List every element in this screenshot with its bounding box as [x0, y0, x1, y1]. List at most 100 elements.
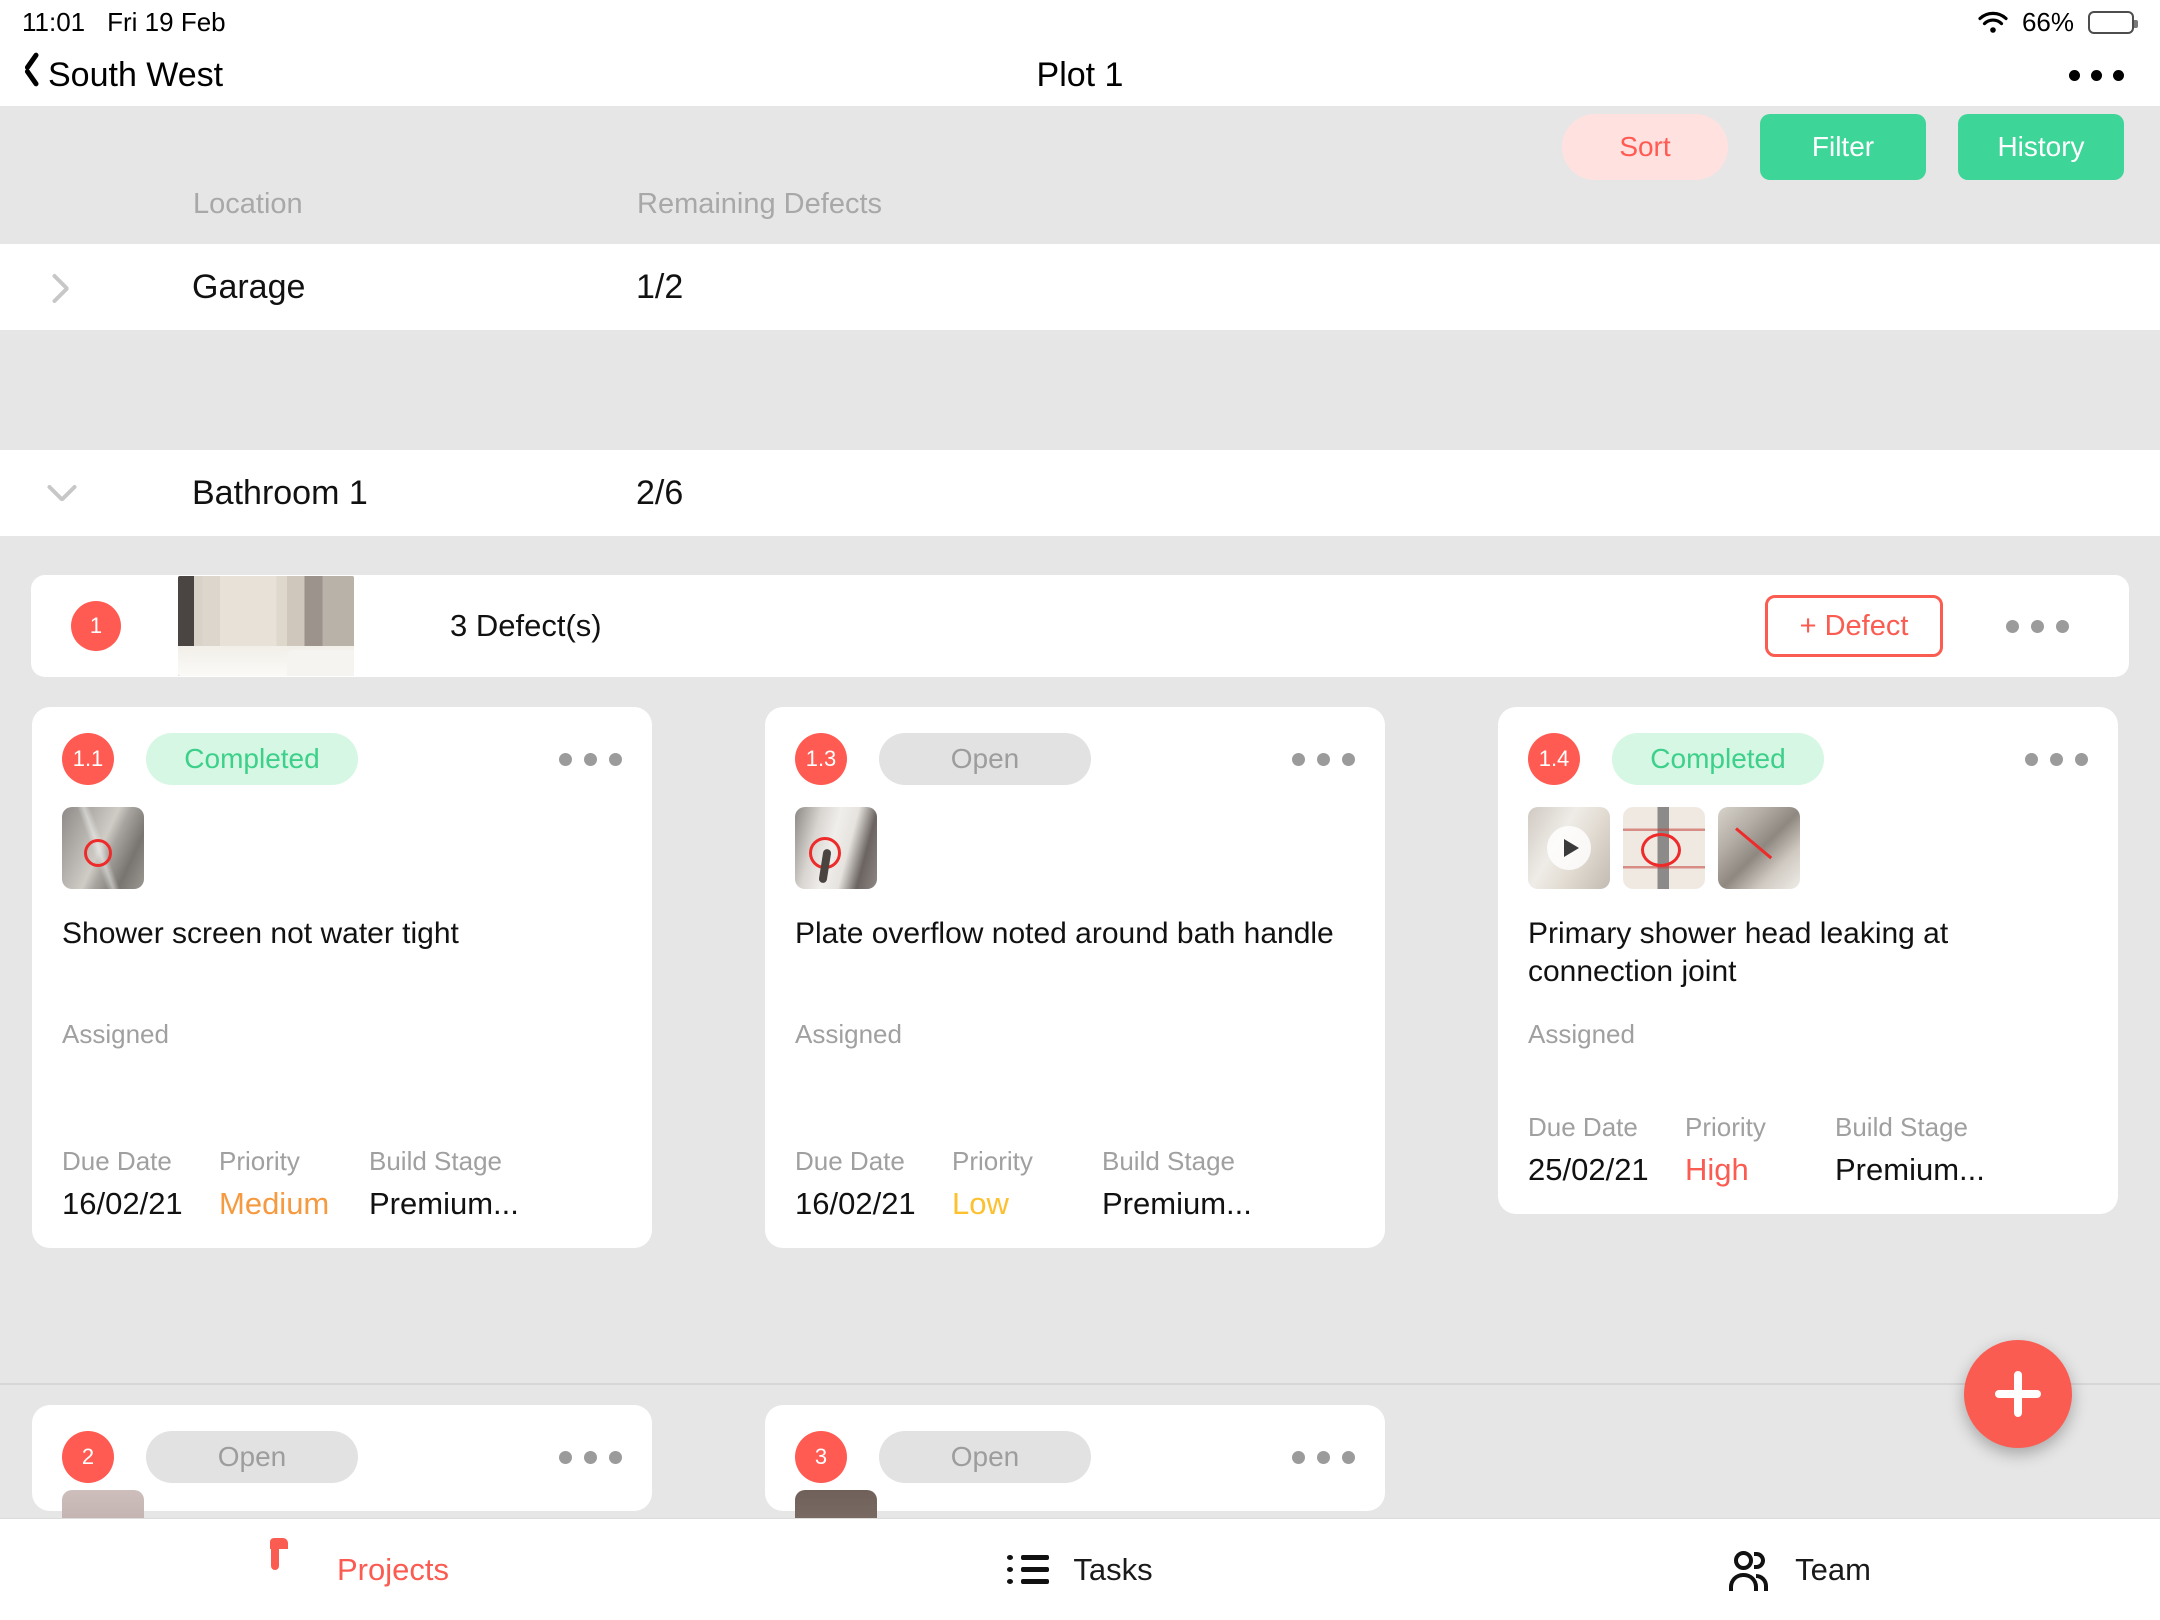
priority-label: Priority	[219, 1146, 300, 1176]
battery-icon	[2088, 10, 2138, 34]
location-row-garage[interactable]: Garage 1/2	[0, 244, 2160, 330]
due-date-value: 25/02/21	[1528, 1152, 1649, 1187]
location-remaining-count: 2/6	[636, 473, 684, 512]
due-date-field: Due Date 25/02/21	[1528, 1112, 1685, 1188]
column-header-location: Location	[193, 188, 303, 220]
build-stage-value: Premium...	[1102, 1186, 1252, 1221]
build-stage-field: Build Stage Premium...	[1835, 1112, 1985, 1188]
defect-photo-thumbnail[interactable]	[795, 807, 877, 889]
status-bar-left: 11:01 Fri 19 Feb	[22, 7, 226, 38]
people-icon	[1729, 1549, 1773, 1591]
tab-projects[interactable]: Projects	[0, 1519, 720, 1620]
defect-card[interactable]: 1.1 Completed Shower screen not water ti…	[32, 707, 652, 1248]
build-stage-value: Premium...	[1835, 1152, 1985, 1187]
tab-team[interactable]: Team	[1440, 1519, 2160, 1620]
defect-more-options-icon[interactable]	[2025, 752, 2088, 766]
bottom-tab-bar: Projects Tasks Team	[0, 1518, 2160, 1620]
due-date-value: 16/02/21	[795, 1186, 916, 1221]
due-date-field: Due Date 16/02/21	[795, 1146, 952, 1222]
status-badge[interactable]: Completed	[146, 733, 358, 785]
add-defect-button[interactable]: + Defect	[1765, 595, 1943, 657]
priority-label: Priority	[952, 1146, 1033, 1176]
status-badge[interactable]: Completed	[1612, 733, 1824, 785]
defect-number-badge: 3	[795, 1431, 847, 1483]
group-more-options-icon[interactable]	[2006, 619, 2069, 633]
defect-more-options-icon[interactable]	[559, 1450, 622, 1464]
battery-percent: 66%	[2021, 6, 2074, 37]
priority-value: High	[1685, 1152, 1749, 1187]
defect-title: Primary shower head leaking at connectio…	[1528, 917, 1949, 988]
status-bar: 11:01 Fri 19 Feb 66%	[0, 0, 2160, 44]
defect-card-header: 1.1 Completed	[62, 733, 622, 785]
build-stage-label: Build Stage	[1102, 1146, 1235, 1176]
defect-card[interactable]: 1.4 Completed Primary shower head leakin…	[1498, 707, 2118, 1214]
defect-number-badge: 1.4	[1528, 733, 1580, 785]
due-date-label: Due Date	[795, 1146, 905, 1176]
filter-button[interactable]: Filter	[1760, 114, 1926, 180]
defect-meta-row: Due Date 16/02/21 Priority Medium Build …	[62, 1146, 622, 1248]
priority-value: Medium	[219, 1186, 330, 1221]
defect-number-badge: 1.3	[795, 733, 847, 785]
status-time: 11:01	[22, 6, 86, 37]
defect-video-thumbnail[interactable]	[1528, 807, 1610, 889]
defect-card-header: 1.4 Completed	[1528, 733, 2088, 785]
page-title: Plot 1	[1036, 55, 1124, 94]
priority-field: Priority High	[1685, 1112, 1835, 1188]
defect-card[interactable]: 1.3 Open Plate overflow noted around bat…	[765, 707, 1385, 1248]
app-screen: 11:01 Fri 19 Feb 66% South West Plot 1 S…	[0, 0, 2160, 1620]
assigned-label: Assigned	[1528, 1019, 1635, 1049]
defect-card-partial[interactable]: 3 Open	[765, 1405, 1385, 1511]
priority-label: Priority	[1685, 1112, 1766, 1142]
defect-group-row[interactable]: 1 3 Defect(s) + Defect	[31, 575, 2129, 677]
tab-tasks[interactable]: Tasks	[720, 1519, 1440, 1620]
status-date: Fri 19 Feb	[107, 6, 226, 37]
due-date-value: 16/02/21	[62, 1186, 183, 1221]
defect-photo-thumbnail[interactable]	[1718, 807, 1800, 889]
action-toolbar: Sort Filter History	[0, 106, 2160, 188]
group-number-badge: 1	[71, 601, 121, 651]
defect-meta-row: Due Date 16/02/21 Priority Low Build Sta…	[795, 1146, 1355, 1248]
priority-field: Priority Low	[952, 1146, 1102, 1222]
build-stage-field: Build Stage Premium...	[1102, 1146, 1252, 1222]
tab-label: Projects	[337, 1551, 449, 1587]
location-row-bathroom-1[interactable]: Bathroom 1 2/6	[0, 450, 2160, 536]
defect-meta-row: Due Date 25/02/21 Priority High Build St…	[1528, 1112, 2088, 1214]
more-options-icon[interactable]	[2069, 69, 2124, 81]
group-thumbnail[interactable]	[178, 576, 354, 676]
list-icon	[1007, 1549, 1051, 1591]
sort-button[interactable]: Sort	[1562, 114, 1728, 180]
tab-label: Team	[1795, 1551, 1871, 1587]
history-button[interactable]: History	[1958, 114, 2124, 180]
defect-card-header: 2 Open	[62, 1431, 622, 1483]
build-stage-label: Build Stage	[1835, 1112, 1968, 1142]
defect-more-options-icon[interactable]	[1292, 1450, 1355, 1464]
row-divider	[0, 430, 2160, 450]
defect-more-options-icon[interactable]	[1292, 752, 1355, 766]
defect-title: Plate overflow noted around bath handle	[795, 917, 1334, 950]
defect-photo-thumbnail[interactable]	[1623, 807, 1705, 889]
status-badge[interactable]: Open	[146, 1431, 358, 1483]
build-stage-value: Premium...	[369, 1186, 519, 1221]
assigned-label: Assigned	[62, 1019, 169, 1049]
defect-more-options-icon[interactable]	[559, 752, 622, 766]
defect-number-badge: 2	[62, 1431, 114, 1483]
play-icon	[1547, 826, 1591, 870]
defect-card-partial[interactable]: 2 Open	[32, 1405, 652, 1511]
status-bar-right: 66%	[1978, 6, 2138, 38]
defect-thumbnails	[795, 807, 1355, 889]
defect-card-header: 3 Open	[795, 1431, 1355, 1483]
wifi-icon	[1978, 11, 2008, 33]
due-date-label: Due Date	[62, 1146, 172, 1176]
tab-label: Tasks	[1073, 1551, 1153, 1587]
status-badge[interactable]: Open	[879, 1431, 1091, 1483]
build-stage-label: Build Stage	[369, 1146, 502, 1176]
add-button-fab[interactable]	[1964, 1340, 2072, 1448]
assigned-label: Assigned	[795, 1019, 902, 1049]
build-stage-field: Build Stage Premium...	[369, 1146, 519, 1222]
status-badge[interactable]: Open	[879, 733, 1091, 785]
chevron-right-icon	[48, 273, 76, 301]
due-date-label: Due Date	[1528, 1112, 1638, 1142]
defect-photo-thumbnail[interactable]	[62, 807, 144, 889]
defect-title: Shower screen not water tight	[62, 917, 459, 950]
location-name: Bathroom 1	[192, 473, 368, 512]
